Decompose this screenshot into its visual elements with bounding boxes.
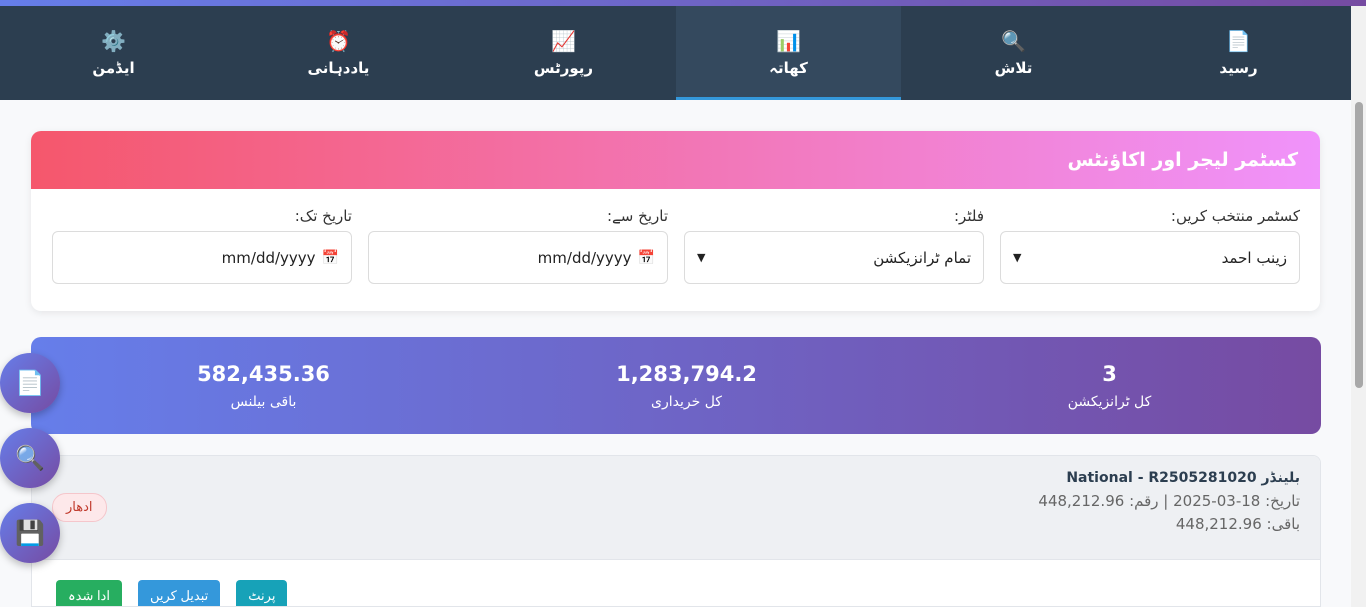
fab-document-button[interactable]: 📄 [0, 353, 60, 413]
alarm-clock-icon: ⏰ [326, 29, 351, 53]
scrollbar-thumb[interactable] [1355, 102, 1363, 388]
stat-label: کل ٹرانزیکشن [1067, 393, 1152, 410]
date-from-placeholder: mm/dd/yyyy [537, 248, 632, 267]
page-title: کسٹمر لیجر اور اکاؤنٹس [1067, 149, 1298, 171]
tab-reminders[interactable]: ⏰ یاددہانی [226, 6, 451, 100]
receipt-icon: 📄 [1226, 29, 1251, 53]
chevron-down-icon: ▼ [1013, 251, 1022, 264]
tab-label: ایڈمن [92, 59, 135, 77]
stat-value: 1,283,794.2 [616, 361, 757, 386]
stat-label: باقی بیلنس [230, 393, 297, 410]
date-to-placeholder: mm/dd/yyyy [221, 248, 316, 267]
search-icon: 🔍 [15, 444, 45, 472]
fab-search-button[interactable]: 🔍 [0, 428, 60, 488]
filter-select-value: تمام ٹرانزیکشن [873, 248, 971, 267]
transaction-card: بلینڈر National - R2505281020 تاریخ: 18-… [31, 455, 1321, 607]
summary-panel: 3 کل ٹرانزیکشن 1,283,794.2 کل خریداری 58… [31, 337, 1321, 434]
tab-reports[interactable]: 📈 رپورٹس [451, 6, 676, 100]
date-to-input[interactable]: mm/dd/yyyy 📅 [52, 231, 352, 284]
date-from-label: تاریخ سے: [606, 207, 668, 225]
stat-total-purchases: 1,283,794.2 کل خریداری [475, 337, 898, 434]
transaction-title: بلینڈر National - R2505281020 [1066, 470, 1300, 486]
ledger-header: کسٹمر لیجر اور اکاؤنٹس [31, 131, 1320, 189]
stat-remaining-balance: 582,435.36 باقی بیلنس [52, 337, 475, 434]
mark-paid-button[interactable]: ادا شدہ [56, 580, 122, 606]
stat-total-transactions: 3 کل ٹرانزیکشن [898, 337, 1321, 434]
type-filter-group: فلٹر: تمام ٹرانزیکشن ▼ [684, 207, 984, 284]
tab-label: کھاتہ [769, 59, 808, 77]
customer-select-label: کسٹمر منتخب کریں: [1170, 207, 1300, 225]
document-icon: 📄 [15, 369, 45, 397]
tab-label: رپورٹس [533, 59, 594, 77]
main-nav: 📄 رسید 🔍 تلاش 📊 کھاتہ 📈 رپورٹس ⏰ یاددہان… [0, 6, 1351, 100]
tab-search[interactable]: 🔍 تلاش [901, 6, 1126, 100]
tab-receipt[interactable]: 📄 رسید [1126, 6, 1351, 100]
transaction-header: بلینڈر National - R2505281020 تاریخ: 18-… [32, 456, 1320, 560]
filter-select[interactable]: تمام ٹرانزیکشن ▼ [684, 231, 984, 284]
ledger-card: کسٹمر لیجر اور اکاؤنٹس کسٹمر منتخب کریں:… [31, 131, 1320, 311]
fab-save-button[interactable]: 💾 [0, 503, 60, 563]
filter-select-label: فلٹر: [954, 207, 984, 225]
chevron-down-icon: ▼ [697, 251, 706, 264]
save-icon: 💾 [15, 519, 45, 547]
transaction-balance: باقی: 448,212.96 [1175, 515, 1300, 533]
stat-label: کل خریداری [651, 393, 722, 410]
transaction-actions: ادا شدہ تبدیل کریں پرنٹ [32, 560, 1320, 606]
page-scrollbar[interactable] [1351, 6, 1366, 607]
tab-admin[interactable]: ⚙️ ایڈمن [1, 6, 226, 100]
edit-button[interactable]: تبدیل کریں [137, 580, 221, 606]
customer-select-value: زینب احمد [1221, 248, 1287, 267]
search-icon: 🔍 [1001, 29, 1026, 53]
date-from-group: تاریخ سے: mm/dd/yyyy 📅 [368, 207, 668, 284]
transaction-meta: تاریخ: 18-03-2025 | رقم: 448,212.96 [1038, 492, 1300, 510]
date-from-input[interactable]: mm/dd/yyyy 📅 [368, 231, 668, 284]
calendar-icon[interactable]: 📅 [322, 250, 339, 266]
bar-chart-icon: 📊 [776, 29, 801, 53]
gear-icon: ⚙️ [101, 29, 126, 53]
status-badge: ادھار [52, 493, 107, 522]
customer-filter-group: کسٹمر منتخب کریں: زینب احمد ▼ [1000, 207, 1300, 284]
customer-select[interactable]: زینب احمد ▼ [1000, 231, 1300, 284]
tab-label: یاددہانی [307, 59, 370, 77]
line-chart-icon: 📈 [551, 29, 576, 53]
print-button[interactable]: پرنٹ [236, 580, 288, 606]
date-to-group: تاریخ تک: mm/dd/yyyy 📅 [52, 207, 352, 284]
filter-row: کسٹمر منتخب کریں: زینب احمد ▼ فلٹر: تمام… [31, 189, 1320, 284]
tab-label: تلاش [994, 59, 1033, 77]
tab-label: رسید [1219, 59, 1258, 77]
calendar-icon[interactable]: 📅 [638, 250, 655, 266]
stat-value: 3 [1102, 361, 1117, 386]
stat-value: 582,435.36 [197, 361, 330, 386]
date-to-label: تاریخ تک: [294, 207, 352, 225]
tab-ledger[interactable]: 📊 کھاتہ [676, 6, 901, 100]
